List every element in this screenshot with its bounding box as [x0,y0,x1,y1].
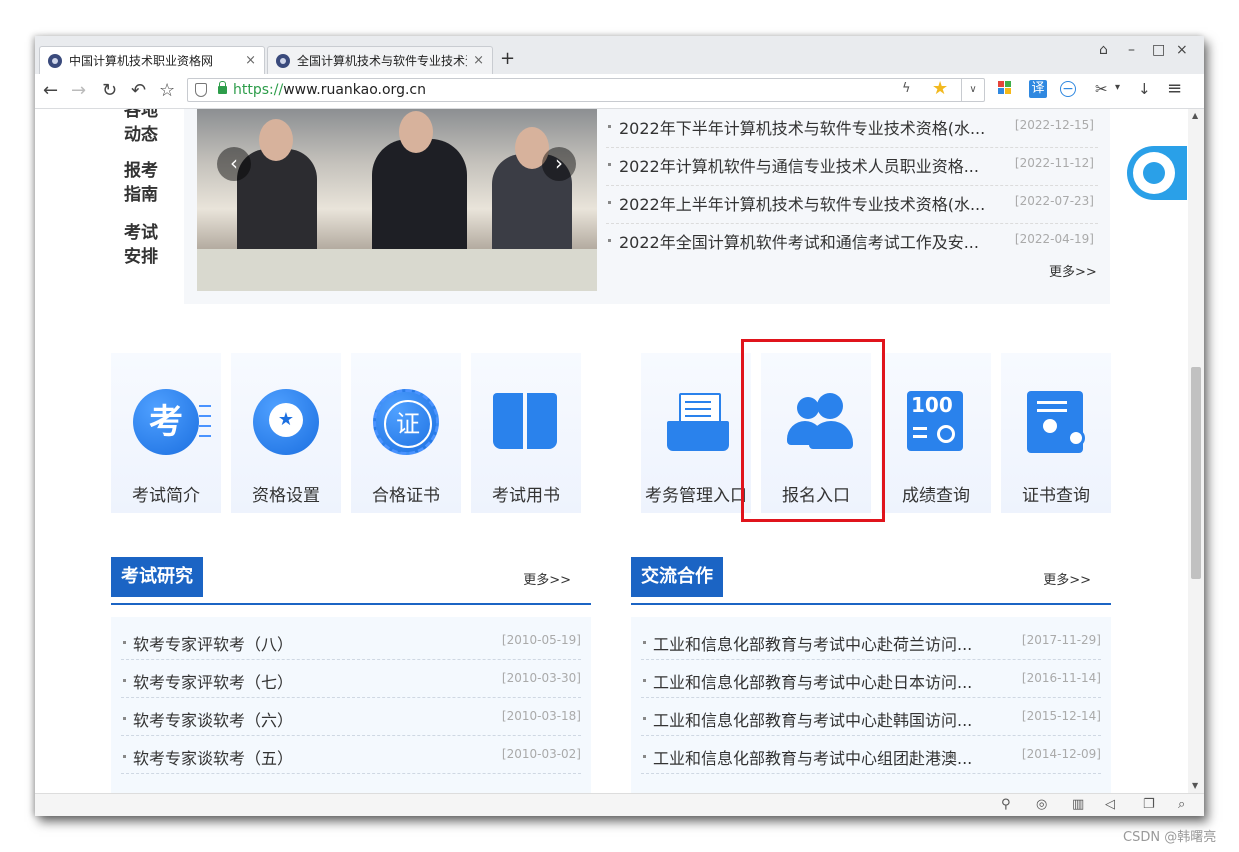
url-host: www.ruankao.org.cn [283,82,426,98]
medal-icon: ★ [253,389,319,455]
cooperation-title: 交流合作 [631,557,723,597]
research-more-link[interactable]: 更多>> [523,569,571,588]
scroll-down-icon[interactable]: ▼ [1192,781,1198,790]
reload-button[interactable]: ↻ [102,80,117,101]
scissors-dropdown-icon[interactable]: ▾ [1115,82,1120,93]
list-item[interactable]: 工业和信息化部教育与考试中心赴荷兰访问... [2017-11-29] [641,621,1101,660]
tile-qualified-certificate[interactable]: 证 合格证书 [351,353,461,513]
list-item[interactable]: 软考专家谈软考（六） [2010-03-18] [121,697,581,736]
translate-icon[interactable]: 译 [1029,80,1047,98]
tile-label: 考试简介 [132,486,200,506]
tab-close-icon[interactable]: × [473,53,484,68]
news-photo-slider[interactable]: ‹ › [197,109,597,291]
news-item[interactable]: 2022年下半年计算机技术与软件专业技术资格(水... [2022-12-15] [606,109,1098,148]
tile-label: 成绩查询 [902,486,970,506]
cooperation-more-link[interactable]: 更多>> [1043,569,1091,588]
minimize-button[interactable]: – [1128,42,1135,58]
maximize-button[interactable]: □ [1152,42,1165,58]
browser-engine-icon[interactable]: ◎ [1036,797,1047,812]
highlight-box [741,339,885,522]
cooperation-list: 工业和信息化部教育与考试中心赴荷兰访问... [2017-11-29] 工业和信息… [631,617,1111,793]
tab-label: 中国计算机技术职业资格网 [69,54,214,68]
close-window-button[interactable]: × [1176,42,1188,58]
book-icon [493,389,559,455]
site-favicon-icon [48,53,62,68]
shield-icon[interactable] [195,83,207,97]
tile-qualification-settings[interactable]: ★ 资格设置 [231,353,341,513]
list-item[interactable]: 工业和信息化部教育与考试中心赴日本访问... [2016-11-14] [641,659,1101,698]
download-icon[interactable]: ↓ [1138,80,1151,98]
window-icon[interactable]: ❐ [1143,797,1155,812]
tile-exam-books[interactable]: 考试用书 [471,353,581,513]
side-link-exam-guide[interactable]: 报考指南 [121,159,161,207]
favorite-star-icon[interactable]: ★ [932,78,948,99]
score-search-icon: 100 [903,389,969,455]
list-item[interactable]: 工业和信息化部教育与考试中心赴韩国访问... [2015-12-14] [641,697,1101,736]
watermark-text: CSDN @韩曙亮 [1123,830,1217,845]
bookmark-star-icon[interactable]: ☆ [159,80,175,101]
news-item[interactable]: 2022年全国计算机软件考试和通信考试工作及安... [2022-04-19] [606,223,1098,261]
tile-label: 考试用书 [492,486,560,506]
scroll-up-icon[interactable]: ▲ [1192,111,1198,120]
list-item[interactable]: 软考专家评软考（八） [2010-05-19] [121,621,581,660]
skin-icon[interactable]: ⌂ [1099,42,1108,58]
tile-certificate-query[interactable]: 证书查询 [1001,353,1111,513]
tile-exam-intro[interactable]: 考 考试简介 [111,353,221,513]
list-item[interactable]: 软考专家评软考（七） [2010-03-30] [121,659,581,698]
tile-label: 证书查询 [1022,486,1090,506]
clock-icon [1133,152,1175,194]
undo-close-button[interactable]: ↶ [131,80,146,101]
forward-button[interactable]: → [71,80,86,101]
slider-next-icon[interactable]: › [542,147,576,181]
address-bar[interactable]: https:// www.ruankao.org.cn ϟ ★ ∨ [187,78,985,102]
speed-mode-icon[interactable]: ϟ [902,81,911,96]
kao-icon: 考 [133,389,199,455]
list-item[interactable]: 工业和信息化部教育与考试中心组团赴港澳... [2014-12-09] [641,735,1101,774]
vertical-scrollbar[interactable]: ▲ ▼ [1188,109,1204,793]
browser-window: 中国计算机技术职业资格网 × 全国计算机技术与软件专业技术资 × + ⌂ – □… [35,36,1204,816]
tile-label: 合格证书 [372,486,440,506]
page-viewport: 各地动态 报考指南 考试安排 ‹ › 2022年下半年计算机技术与软件专业技术资… [35,109,1188,793]
tile-score-query[interactable]: 100 成绩查询 [881,353,991,513]
research-list: 软考专家评软考（八） [2010-05-19] 软考专家评软考（七） [2010-0… [111,617,591,793]
site-favicon-icon [276,53,290,68]
research-title: 考试研究 [111,557,203,597]
trash-icon[interactable]: ▥ [1072,797,1084,812]
tab-strip: 中国计算机技术职业资格网 × 全国计算机技术与软件专业技术资 × + ⌂ – □… [35,36,1204,74]
pin-icon[interactable]: ⚲ [1001,797,1011,812]
side-link-exam-schedule[interactable]: 考试安排 [121,221,161,269]
adblock-icon[interactable]: − [1060,81,1076,97]
tile-label: 资格设置 [252,486,320,506]
research-section-header: 考试研究 更多>> [111,557,591,605]
url-scheme: https:// [233,82,284,98]
new-tab-button[interactable]: + [500,48,515,69]
tab-close-icon[interactable]: × [245,53,256,68]
tab-ruankao-exam[interactable]: 全国计算机技术与软件专业技术资 × [267,46,493,74]
certificate-search-icon [1023,389,1089,455]
screenshot-scissors-icon[interactable]: ✂ [1095,80,1108,98]
side-link-local-news[interactable]: 各地动态 [121,109,161,147]
zoom-icon[interactable]: ⌕ [1178,797,1185,812]
status-bar: ⚲ ◎ ▥ ◁ ❐ ⌕ [35,793,1204,816]
folder-icon [663,389,729,455]
news-item[interactable]: 2022年上半年计算机技术与软件专业技术资格(水... [2022-07-23] [606,185,1098,224]
lock-icon [218,81,227,94]
news-more-link[interactable]: 更多>> [1049,261,1097,280]
slider-prev-icon[interactable]: ‹ [217,147,251,181]
tile-exam-admin-entry[interactable]: 考务管理入口 [641,353,751,513]
tab-ruankao-home[interactable]: 中国计算机技术职业资格网 × [39,46,265,74]
menu-icon[interactable]: ≡ [1167,78,1182,99]
news-item[interactable]: 2022年计算机软件与通信专业技术人员职业资格... [2022-11-12] [606,147,1098,186]
sound-icon[interactable]: ◁ [1105,797,1115,812]
tile-label: 考务管理入口 [645,486,747,506]
apps-grid-icon[interactable] [998,81,1012,95]
tab-label: 全国计算机技术与软件专业技术资 [297,54,468,68]
list-item[interactable]: 软考专家谈软考（五） [2010-03-02] [121,735,581,774]
scrollbar-thumb[interactable] [1191,367,1201,579]
cooperation-section-header: 交流合作 更多>> [631,557,1111,605]
certificate-seal-icon: 证 [373,389,439,455]
url-dropdown-icon[interactable]: ∨ [961,79,984,101]
back-button[interactable]: ← [43,80,58,101]
floating-clock-widget[interactable] [1127,146,1187,200]
